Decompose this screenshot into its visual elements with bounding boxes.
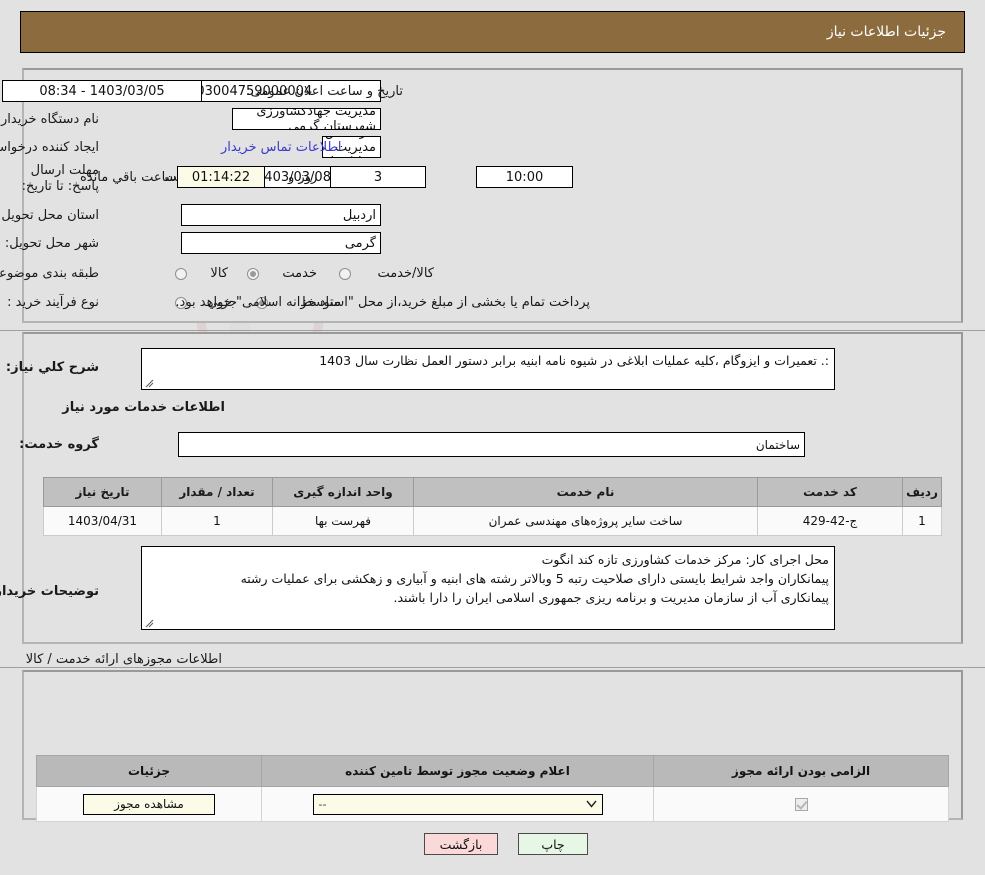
lic-cell-required [653,786,949,822]
section-divider-top [0,330,985,331]
buyer-notes-textarea[interactable]: محل اجرای کار: مرکز خدمات کشاورزی تازه ک… [141,546,835,630]
resize-grip-icon[interactable] [145,379,154,388]
radio-category-kala-khedmat-label: کالا/خدمت [377,266,434,281]
announce-datetime-field[interactable]: 1403/03/05 - 08:34 [2,80,202,102]
lic-cell-details: مشاهده مجوز [36,786,262,822]
license-status-select[interactable]: -- [312,793,603,815]
creator-label: ایجاد کننده درخواست: [0,140,99,155]
radio-category-kala-khedmat[interactable] [339,268,351,280]
announce-datetime-label: تاریخ و ساعت اعلان عمومی: [246,84,403,99]
city-field[interactable]: گرمی [181,232,381,254]
remaining-days-label: روز و [288,170,318,185]
lic-col-status: اعلام وضعیت مجوز توسط تامین کننده [261,755,654,787]
lic-col-required: الزامی بودن ارائه مجوز [653,755,949,787]
radio-category-kala-label: کالا [210,266,228,281]
page-title: جزئیات اطلاعات نیاز [826,24,946,40]
process-label: نوع فرآیند خرید : [7,295,99,310]
table-row: 1 ج-42-429 ساخت سایر پروژه‌های مهندسی عم… [43,506,942,536]
service-group-label: گروه خدمت: [19,437,99,452]
chevron-down-icon [585,800,597,808]
need-info-panel [22,68,963,323]
licenses-table-header-row: الزامی بودن ارائه مجوز اعلام وضعیت مجوز … [36,755,949,787]
view-license-button[interactable]: مشاهده مجوز [83,793,215,815]
radio-category-khedmat-label: خدمت [282,266,317,281]
process-note: پرداخت تمام یا بخشی از مبلغ خرید،از محل … [175,295,590,310]
page-header-bar: جزئیات اطلاعات نیاز [20,11,965,53]
svc-col-qty: تعداد / مقدار [161,477,273,507]
province-label: استان محل تحویل: [0,208,99,223]
buyer-org-field[interactable]: مدیریت جهادکشاورزی شهرستان گرمی [232,108,381,130]
buyer-org-label: نام دستگاه خریدار: [0,112,99,127]
service-group-field[interactable]: ساختمان [178,432,805,457]
services-table: ردیف کد خدمت نام خدمت واحد اندازه گیری ت… [43,477,942,536]
licenses-section-title: اطلاعات مجوزهای ارائه خدمت / کالا [25,652,222,667]
buyer-notes-line-3: پیمانکاری آب از سازمان مدیریت و برنامه ر… [393,590,829,605]
description-textarea[interactable]: :. تعمیرات و ایزوگام ،کلیه عملیات ابلاغی… [141,348,835,390]
services-section-title: اطلاعات خدمات مورد نیاز [62,400,225,415]
description-label: شرح كلي نياز: [5,360,99,375]
remaining-days-field: 3 [330,166,426,188]
licenses-table: الزامی بودن ارائه مجوز اعلام وضعیت مجوز … [36,755,949,822]
svc-col-row: ردیف [902,477,942,507]
svc-cell-unit: فهرست بها [272,506,414,536]
license-required-checkbox [794,798,808,811]
radio-category-kala[interactable] [175,268,187,280]
deadline-hour-field[interactable]: 10:00 [476,166,573,188]
back-button[interactable]: بازگشت [424,833,498,855]
description-text: :. تعمیرات و ایزوگام ،کلیه عملیات ابلاغی… [319,353,829,368]
svc-cell-row: 1 [902,506,942,536]
svc-col-code: کد خدمت [757,477,903,507]
svc-cell-date: 1403/04/31 [43,506,162,536]
page-root: AriaTender.net AriaTender جزئیات اطلاعات… [0,0,985,875]
svc-cell-qty: 1 [161,506,273,536]
svc-cell-name: ساخت سایر پروژه‌های مهندسی عمران [413,506,758,536]
category-label: طبقه بندی موضوعی: [0,266,99,281]
table-row: -- مشاهده مجوز [36,786,949,822]
lic-col-details: جزئیات [36,755,262,787]
section-divider-bottom [0,667,985,668]
countdown-label: ساعت باقي مانده [80,170,177,185]
license-status-value: -- [318,797,327,811]
svc-cell-code: ج-42-429 [757,506,903,536]
radio-category-khedmat[interactable] [247,268,259,280]
lic-cell-status: -- [261,786,654,822]
print-button[interactable]: چاپ [518,833,588,855]
svc-col-date: تاریخ نیاز [43,477,162,507]
svc-col-name: نام خدمت [413,477,758,507]
buyer-notes-line-2: پیمانکاران واجد شرایط بایستی دارای صلاحی… [240,571,829,586]
buyer-contact-link[interactable]: اطلاعات تماس خریدار [221,140,341,155]
resize-grip-icon[interactable] [145,619,154,628]
buyer-notes-line-1: محل اجرای کار: مرکز خدمات کشاورزی تازه ک… [541,552,829,567]
countdown-field: 01:14:22 [177,166,265,188]
city-label: شهر محل تحویل: [4,236,99,251]
province-field[interactable]: اردبیل [181,204,381,226]
svc-col-unit: واحد اندازه گیری [272,477,414,507]
buyer-notes-label: توضیحات خریدار: [0,584,99,599]
services-table-header-row: ردیف کد خدمت نام خدمت واحد اندازه گیری ت… [43,477,942,507]
